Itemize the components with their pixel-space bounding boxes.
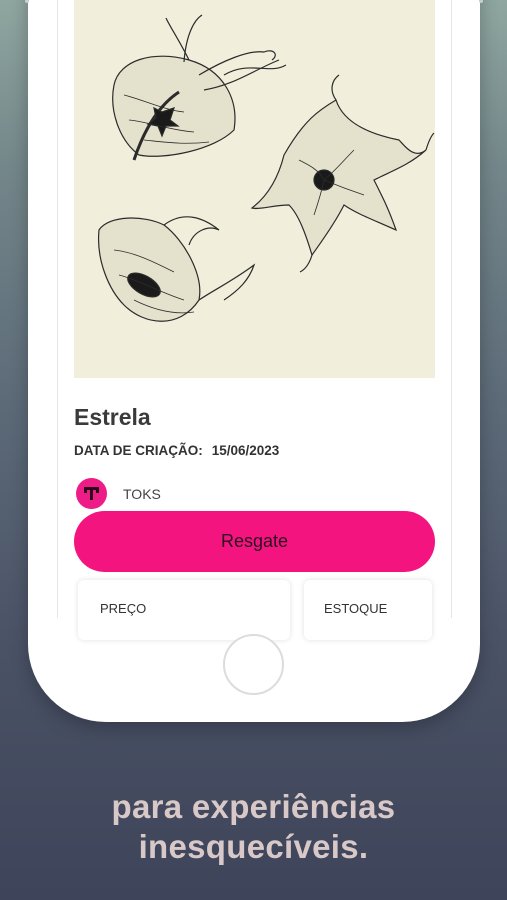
promo-tagline: para experiências inesquecíveis. xyxy=(0,787,507,867)
promo-tagline-line1: para experiências xyxy=(111,788,396,825)
promo-tagline-line2: inesquecíveis. xyxy=(138,828,369,865)
home-button[interactable] xyxy=(223,634,284,695)
stock-card: ESTOQUE xyxy=(304,580,432,640)
redeem-button[interactable]: Resgate xyxy=(74,511,435,572)
creation-date-row: DATA DE CRIAÇÃO: 15/06/2023 xyxy=(74,443,279,458)
phone-side-right xyxy=(479,0,483,3)
creation-date-value: 15/06/2023 xyxy=(211,443,280,458)
artwork-illustration xyxy=(97,14,435,322)
nft-artwork-image xyxy=(74,0,435,378)
screen-border-right xyxy=(451,0,452,618)
screen-border-left xyxy=(57,0,58,618)
price-card: PREÇO xyxy=(78,580,290,640)
phone-side-left xyxy=(25,0,29,3)
stock-label: ESTOQUE xyxy=(324,601,388,616)
price-label: PREÇO xyxy=(100,601,147,616)
creator-row[interactable]: TOKS xyxy=(76,478,161,509)
nft-title: Estrela xyxy=(74,404,151,430)
toks-logo-icon xyxy=(84,487,99,500)
creator-name[interactable]: TOKS xyxy=(123,486,161,502)
creation-date-label: DATA DE CRIAÇÃO: xyxy=(74,443,203,458)
creator-avatar[interactable] xyxy=(76,478,107,509)
